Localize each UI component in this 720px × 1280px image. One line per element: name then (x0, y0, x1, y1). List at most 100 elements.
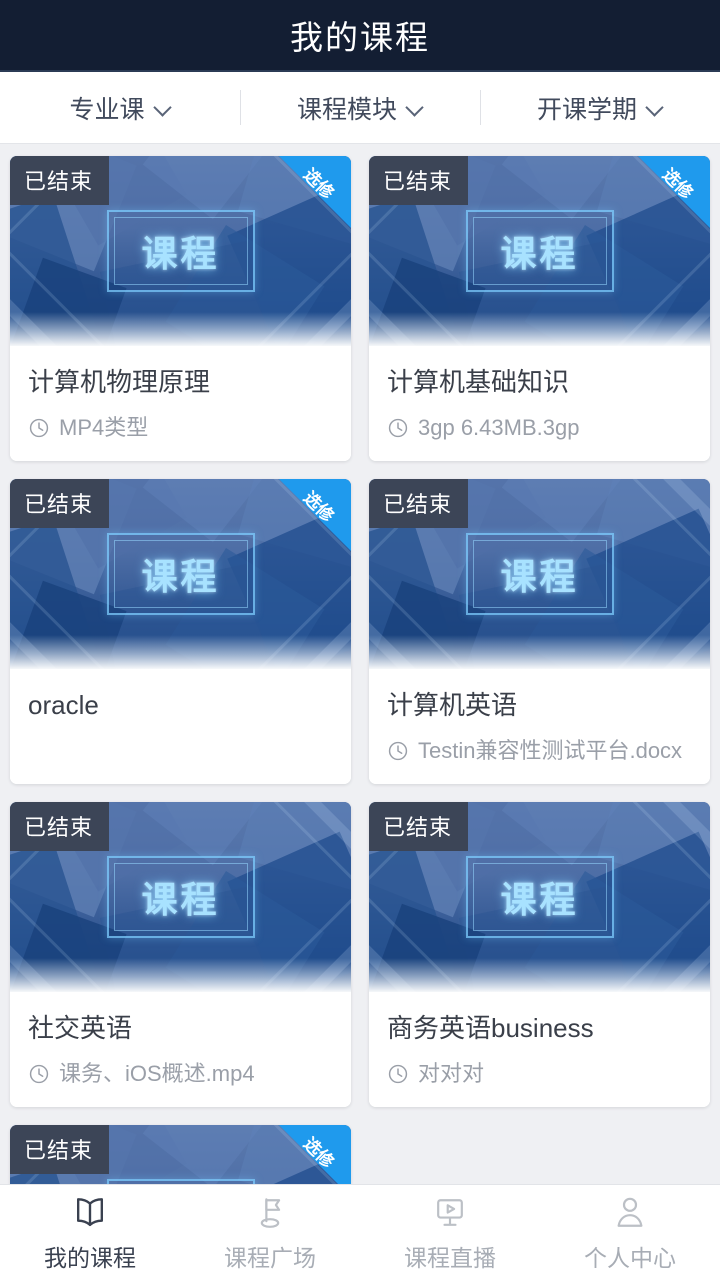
chevron-down-icon (407, 100, 423, 116)
course-thumbnail: 课程 已结束 (10, 802, 351, 992)
nav-label: 课程广场 (224, 1244, 316, 1271)
elective-ribbon-label: 选修 (299, 488, 338, 526)
nav-label: 我的课程 (44, 1244, 136, 1271)
person-icon (617, 1197, 643, 1227)
course-title: 计算机英语 (387, 690, 518, 720)
nav-item-my-courses[interactable]: 我的课程 (0, 1185, 180, 1280)
thumb-fade (369, 312, 710, 346)
thumb-fade (10, 312, 351, 346)
page-header: 我的课程 (0, 0, 720, 72)
elective-ribbon: 选修 (279, 156, 351, 228)
filter-label: 开课学期 (536, 95, 637, 124)
filter-major-course[interactable]: 专业课 (0, 72, 240, 143)
status-badge: 已结束 (369, 479, 469, 528)
filter-label: 专业课 (69, 95, 145, 124)
elective-ribbon-label: 选修 (299, 1134, 338, 1172)
clock-icon (388, 741, 408, 760)
course-thumbnail: 课程 已结束 选修 (10, 1125, 351, 1184)
course-meta: MP4类型 (28, 415, 333, 441)
app-root: 我的课程 专业课 课程模块 开课学期 课程 已结束 选修 计算机物理原理 MP4… (0, 0, 720, 1280)
course-meta: Testin兼容性测试平台.docx (387, 738, 692, 764)
thumb-frame: 课程 (465, 210, 614, 292)
course-thumbnail: 课程 已结束 选修 (369, 156, 710, 346)
thumb-frame: 课程 (465, 533, 614, 615)
thumb-frame: 课程 (106, 210, 255, 292)
filter-course-module[interactable]: 课程模块 (240, 72, 480, 143)
thumb-label: 课程 (500, 879, 579, 920)
course-meta-text: MP4类型 (59, 414, 149, 440)
thumb-label: 课程 (500, 233, 579, 274)
filter-label: 课程模块 (296, 95, 397, 124)
thumb-frame: 课程 (465, 856, 614, 938)
chevron-down-icon (155, 100, 171, 116)
elective-ribbon: 选修 (279, 1125, 351, 1184)
thumb-fade (369, 635, 710, 669)
nav-item-profile[interactable]: 个人中心 (540, 1185, 720, 1280)
book-icon (77, 1197, 103, 1226)
course-title: 商务英语business (387, 1013, 594, 1043)
clock-icon (388, 418, 408, 437)
course-title: 计算机基础知识 (387, 367, 570, 397)
status-badge: 已结束 (10, 1125, 110, 1174)
nav-item-course-plaza[interactable]: 课程广场 (180, 1185, 360, 1280)
thumb-fade (10, 958, 351, 992)
monitor-play-icon (437, 1198, 463, 1226)
nav-item-live-course[interactable]: 课程直播 (360, 1185, 540, 1280)
course-card-body: 计算机物理原理 MP4类型 (10, 346, 351, 461)
course-meta: 3gp 6.43MB.3gp (387, 415, 692, 441)
nav-label: 个人中心 (584, 1244, 676, 1271)
course-card[interactable]: 课程 已结束 商务英语business 对对对 (369, 802, 710, 1107)
course-card-body: 商务英语business 对对对 (369, 992, 710, 1107)
status-badge: 已结束 (369, 156, 469, 205)
nav-label: 课程直播 (404, 1244, 496, 1271)
status-badge: 已结束 (10, 479, 110, 528)
flag-icon (260, 1197, 281, 1228)
course-card-body: oracle (10, 669, 351, 784)
course-card[interactable]: 课程 已结束 选修 (10, 1125, 351, 1184)
chevron-down-icon (647, 100, 663, 116)
thumb-frame: 课程 (106, 856, 255, 938)
course-meta-text: Testin兼容性测试平台.docx (418, 737, 683, 763)
status-badge: 已结束 (10, 802, 110, 851)
status-badge: 已结束 (10, 156, 110, 205)
thumb-label: 课程 (500, 556, 579, 597)
thumb-label: 课程 (141, 879, 220, 920)
status-badge: 已结束 (369, 802, 469, 851)
course-title: 社交英语 (28, 1013, 133, 1043)
thumb-label: 课程 (141, 233, 220, 274)
thumb-frame: 课程 (106, 533, 255, 615)
elective-ribbon: 选修 (279, 479, 351, 551)
course-card-body: 计算机基础知识 3gp 6.43MB.3gp (369, 346, 710, 461)
thumb-fade (369, 958, 710, 992)
course-card[interactable]: 课程 已结束 选修 计算机基础知识 3gp 6.43MB.3gp (369, 156, 710, 461)
course-card[interactable]: 课程 已结束 选修 oracle (10, 479, 351, 784)
course-title: oracle (28, 690, 99, 720)
thumb-label: 课程 (141, 556, 220, 597)
course-thumbnail: 课程 已结束 (369, 479, 710, 669)
elective-ribbon-label: 选修 (658, 165, 697, 203)
filter-bar: 专业课 课程模块 开课学期 (0, 72, 720, 144)
course-card[interactable]: 课程 已结束 选修 计算机物理原理 MP4类型 (10, 156, 351, 461)
course-meta: 课务、iOS概述.mp4 (28, 1061, 333, 1087)
course-card-body: 社交英语 课务、iOS概述.mp4 (10, 992, 351, 1107)
course-meta: 对对对 (387, 1061, 692, 1087)
clock-icon (388, 1064, 408, 1083)
page-title: 我的课程 (290, 19, 430, 56)
course-meta-text: 课务、iOS概述.mp4 (59, 1060, 255, 1086)
bottom-navigation: 我的课程 课程广场 课程直播 个人中心 (0, 1184, 720, 1280)
filter-term[interactable]: 开课学期 (480, 72, 720, 143)
clock-icon (29, 418, 49, 437)
course-card[interactable]: 课程 已结束 计算机英语 Testin兼容性测试平台.docx (369, 479, 710, 784)
course-card[interactable]: 课程 已结束 社交英语 课务、iOS概述.mp4 (10, 802, 351, 1107)
course-title: 计算机物理原理 (28, 367, 211, 397)
elective-ribbon: 选修 (638, 156, 710, 228)
thumb-fade (10, 635, 351, 669)
elective-ribbon-label: 选修 (299, 165, 338, 203)
course-card-grid: 课程 已结束 选修 计算机物理原理 MP4类型 课程 已结束 选修 计算机基础知… (10, 156, 710, 1184)
course-thumbnail: 课程 已结束 选修 (10, 479, 351, 669)
course-list-scroll[interactable]: 课程 已结束 选修 计算机物理原理 MP4类型 课程 已结束 选修 计算机基础知… (0, 144, 720, 1184)
course-meta-text: 对对对 (418, 1060, 485, 1086)
course-thumbnail: 课程 已结束 (369, 802, 710, 992)
course-meta-text: 3gp 6.43MB.3gp (418, 414, 580, 440)
clock-icon (29, 1064, 49, 1083)
